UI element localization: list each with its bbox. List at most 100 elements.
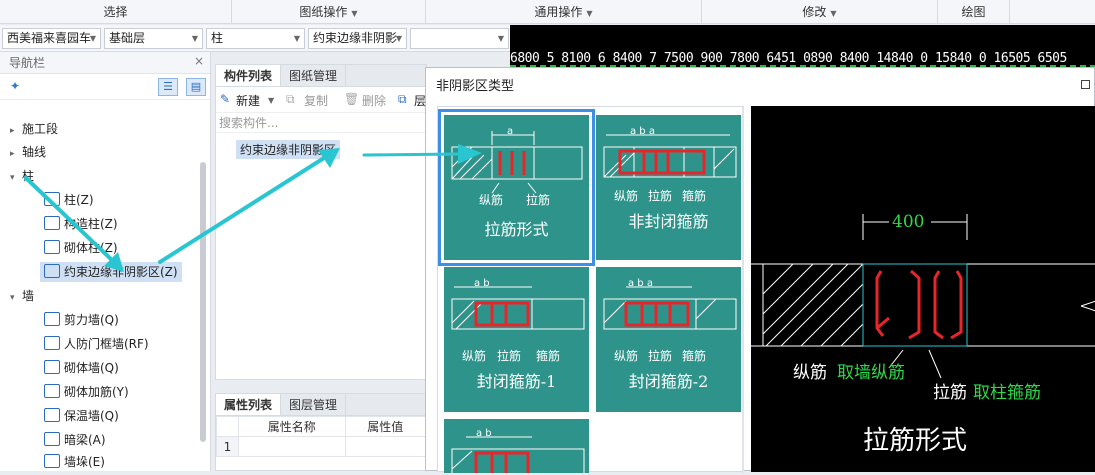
delete-button[interactable]: 删除 bbox=[362, 92, 386, 109]
tree-item-wall[interactable]: ▾ 墙 bbox=[10, 286, 34, 306]
masonry-column-icon bbox=[44, 240, 60, 254]
list-view-icon[interactable]: ☰ bbox=[158, 78, 178, 96]
type-card-closed-stirrup-1[interactable]: a b 纵筋 拉筋 箍筋 封闭箍筋-1 bbox=[444, 267, 589, 412]
floor-select[interactable]: 基础层 ▼ bbox=[104, 28, 203, 49]
type-card-5[interactable]: a b bbox=[444, 419, 589, 473]
chevron-down-icon: ▼ bbox=[586, 9, 593, 18]
type-card-open-stirrup[interactable]: a b a 纵筋 拉筋 箍筋 非封闭箍筋 bbox=[596, 115, 741, 260]
type-card-closed-stirrup-2[interactable]: a b a 纵筋 拉筋 箍筋 封闭箍筋-2 bbox=[596, 267, 741, 412]
tree-item-column-z[interactable]: 柱(Z) bbox=[44, 190, 94, 210]
type-select-value: 约束边缘非阴影 bbox=[313, 31, 398, 45]
tab-component-list[interactable]: 构件列表 bbox=[216, 65, 282, 86]
legend-label: 拉筋 bbox=[526, 193, 551, 207]
legend-rebar-value: 取墙纵筋 bbox=[837, 363, 905, 383]
tree-item-construction-section[interactable]: ▸ 施工段 bbox=[10, 119, 58, 139]
expand-icon[interactable]: ▸ bbox=[10, 121, 22, 141]
card-label: 封闭箍筋-1 bbox=[476, 372, 557, 391]
tree-item-civil-defense-wall[interactable]: 人防门框墙(RF) bbox=[44, 334, 149, 354]
expand-icon[interactable]: ▾ bbox=[10, 288, 22, 308]
ribbon-group-draw[interactable]: 绘图 bbox=[938, 0, 1010, 24]
ribbon-group-drawing-ops[interactable]: 图纸操作 ▼ bbox=[232, 0, 426, 24]
insulation-wall-icon bbox=[44, 408, 60, 422]
legend-rebar-prefix: 纵筋 bbox=[793, 363, 827, 383]
add-icon[interactable]: ✦ bbox=[10, 79, 20, 93]
tree-label: 保温墙(Q) bbox=[64, 409, 119, 423]
ribbon-group-label: 绘图 bbox=[961, 5, 986, 19]
navigation-panel: 导航栏 × ✦ ☰ ▤ ▸ 施工段 ▸ 轴线 ▾ 柱 柱(Z) 构造柱(Z) 砌体柱(… bbox=[0, 52, 211, 471]
legend-label: 拉筋 bbox=[648, 349, 673, 363]
properties-table: 属性名称 属性值 1 bbox=[216, 416, 427, 457]
tree-label: 柱(Z) bbox=[64, 193, 94, 207]
tree-label: 人防门框墙(RF) bbox=[64, 337, 149, 351]
component-list-panel: 构件列表 图纸管理 ✎ 新建 ▼ ⧉ 复制 🗑 删除 ⧉ 层 搜索构件... 约… bbox=[215, 64, 427, 380]
tree-item-column[interactable]: ▾ 柱 bbox=[10, 166, 34, 186]
new-icon: ✎ bbox=[220, 92, 231, 106]
table-cell[interactable] bbox=[238, 436, 346, 457]
project-select[interactable]: 西美福来喜园车 ▼ bbox=[2, 28, 101, 49]
ribbon-group-select[interactable]: 选择 bbox=[0, 0, 232, 24]
tree-item-masonry-wall[interactable]: 砌体墙(Q) bbox=[44, 358, 119, 378]
legend-tie-prefix: 拉筋 bbox=[933, 383, 967, 403]
category-select-value: 柱 bbox=[211, 31, 224, 45]
component-search-input[interactable]: 搜索构件... bbox=[216, 113, 426, 133]
close-icon[interactable]: × bbox=[194, 54, 204, 68]
tree-item-hidden-beam[interactable]: 暗梁(A) bbox=[44, 430, 106, 450]
tab-properties[interactable]: 属性列表 bbox=[216, 394, 282, 415]
ribbon-group-general-ops[interactable]: 通用操作 ▼ bbox=[426, 0, 702, 24]
component-item[interactable]: 约束边缘非阴影区 bbox=[236, 140, 341, 159]
legend-label: 拉筋 bbox=[648, 189, 673, 203]
tree-item-insulation-wall[interactable]: 保温墙(Q) bbox=[44, 406, 119, 426]
copy-icon: ⧉ bbox=[286, 92, 295, 106]
chevron-down-icon: ▼ bbox=[293, 34, 300, 43]
maximize-icon[interactable] bbox=[1081, 80, 1090, 89]
type-select[interactable]: 约束边缘非阴影 ▼ bbox=[308, 28, 407, 49]
tree-item-wall-pier[interactable]: 墙垛(E) bbox=[44, 452, 105, 472]
tree-label: 约束边缘非阴影区(Z) bbox=[64, 265, 178, 279]
dim-label: a b a bbox=[628, 278, 653, 289]
expand-icon[interactable]: ▸ bbox=[10, 144, 22, 164]
tab-layer-management[interactable]: 图层管理 bbox=[281, 394, 347, 415]
type-card-tie-bar[interactable]: a 纵筋 拉筋 拉筋形式 bbox=[438, 109, 595, 266]
tab-drawing-management[interactable]: 图纸管理 bbox=[281, 65, 347, 86]
project-select-value: 西美福来喜园车 bbox=[7, 31, 92, 45]
tree-item-axis[interactable]: ▸ 轴线 bbox=[10, 142, 46, 162]
expand-icon[interactable]: ▾ bbox=[10, 168, 22, 188]
tree-item-boundary-non-shadow[interactable]: 约束边缘非阴影区(Z) bbox=[40, 262, 182, 282]
table-row[interactable]: 1 bbox=[216, 436, 427, 457]
cad-canvas[interactable]: 6800 5 8100 6 8400 7 7500 900 7800 6451 … bbox=[510, 25, 1095, 69]
legend-label: 箍筋 bbox=[536, 349, 561, 363]
tree-item-masonry-rebar[interactable]: 砌体加筋(Y) bbox=[44, 382, 129, 402]
dim-label: a bbox=[507, 126, 514, 137]
row-index: 1 bbox=[216, 436, 239, 457]
dim-label: a b bbox=[474, 278, 490, 289]
component-select[interactable]: ▼ bbox=[410, 28, 509, 49]
tree-label: 柱 bbox=[22, 169, 35, 183]
new-button[interactable]: 新建 bbox=[236, 92, 260, 109]
nav-title: 导航栏 bbox=[0, 52, 210, 74]
tree-label: 墙垛(E) bbox=[64, 455, 105, 469]
tree-item-masonry-column[interactable]: 砌体柱(Z) bbox=[44, 238, 118, 258]
detail-view-icon[interactable]: ▤ bbox=[186, 78, 206, 96]
tree-label: 构造柱(Z) bbox=[64, 217, 118, 231]
tree-label: 墙 bbox=[22, 289, 35, 303]
wall-pier-icon bbox=[44, 454, 60, 468]
chevron-down-icon: ▼ bbox=[830, 9, 837, 18]
copy-button[interactable]: 复制 bbox=[304, 92, 328, 109]
legend-label: 纵筋 bbox=[462, 349, 487, 363]
preview-canvas: 400 纵筋 取墙纵筋 拉筋 取柱箍筋 拉筋形式 bbox=[751, 106, 1095, 472]
dimension-value: 400 bbox=[892, 212, 925, 232]
chevron-down-icon[interactable]: ▼ bbox=[268, 96, 274, 105]
column-header-name: 属性名称 bbox=[238, 416, 346, 437]
tree-item-shear-wall[interactable]: 剪力墙(Q) bbox=[44, 310, 119, 330]
ribbon-group-modify[interactable]: 修改 ▼ bbox=[702, 0, 938, 24]
legend-label: 纵筋 bbox=[614, 349, 639, 363]
table-cell[interactable] bbox=[344, 436, 427, 457]
properties-tabs: 属性列表 图层管理 bbox=[216, 394, 426, 416]
table-header-row: 属性名称 属性值 bbox=[216, 416, 427, 437]
tree-item-construction-column[interactable]: 构造柱(Z) bbox=[44, 214, 118, 234]
category-select[interactable]: 柱 ▼ bbox=[206, 28, 305, 49]
layer-icon: ⧉ bbox=[398, 92, 407, 106]
gallery-divider bbox=[742, 107, 744, 473]
door-frame-wall-icon bbox=[44, 336, 60, 350]
nav-scrollbar[interactable] bbox=[200, 162, 206, 442]
